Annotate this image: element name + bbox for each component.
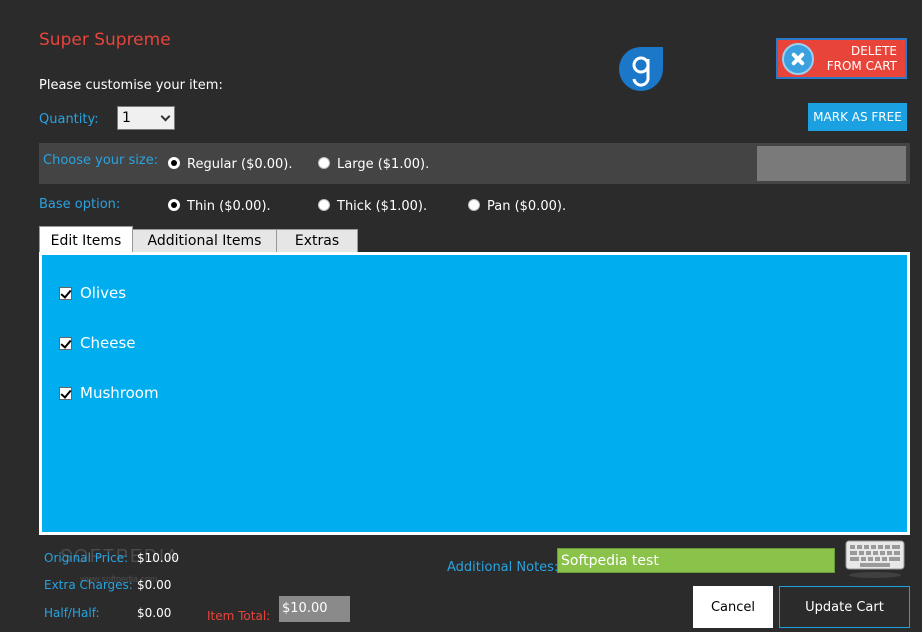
tab-edit-items[interactable]: Edit Items <box>39 226 133 254</box>
quantity-value: 1 <box>122 110 131 126</box>
original-price-value: $10.00 <box>137 551 179 565</box>
base-option-thin[interactable]: Thin ($0.00). <box>168 199 271 214</box>
keyboard-icon[interactable] <box>844 539 906 579</box>
half-half-value: $0.00 <box>137 606 172 620</box>
update-cart-button[interactable]: Update Cart <box>779 586 910 628</box>
quantity-select[interactable]: 1 <box>117 106 175 130</box>
radio-icon <box>318 199 330 211</box>
size-label: Choose your size: <box>43 153 159 168</box>
size-option-large[interactable]: Large ($1.00). <box>318 157 429 172</box>
size-option-regular[interactable]: Regular ($0.00). <box>168 157 293 172</box>
delete-label-line1: DELETE <box>850 43 897 58</box>
checkbox-checked-icon <box>59 386 72 400</box>
item-label: Cheese <box>80 334 136 352</box>
cancel-button[interactable]: Cancel <box>693 586 773 628</box>
radio-icon <box>468 199 480 211</box>
size-option-label: Regular ($0.00). <box>187 157 293 172</box>
edit-items-list: Olives Cheese Mushroom <box>42 255 907 532</box>
radio-selected-icon <box>168 157 180 169</box>
item-total-value: $10.00 <box>279 596 350 622</box>
base-option-label: Thin ($0.00). <box>187 199 271 214</box>
item-label: Olives <box>80 284 127 302</box>
base-option-label: Pan ($0.00). <box>487 199 567 214</box>
app-logo-icon <box>619 47 663 91</box>
tab-extras[interactable]: Extras <box>276 229 358 253</box>
quantity-label: Quantity: <box>39 112 99 127</box>
base-option-label: Thick ($1.00). <box>337 199 428 214</box>
base-label: Base option: <box>39 197 121 212</box>
additional-notes-input[interactable]: Softpedia test <box>557 548 835 573</box>
delete-from-cart-button[interactable]: DELETE FROM CART <box>776 38 907 79</box>
size-preview-box <box>757 146 906 181</box>
original-price-label: Original Price: <box>44 551 129 565</box>
item-checkbox-olives[interactable]: Olives <box>59 284 126 302</box>
half-half-label: Half/Half: <box>44 606 100 620</box>
radio-selected-icon <box>168 199 180 211</box>
base-option-pan[interactable]: Pan ($0.00). <box>468 199 566 214</box>
chevron-down-icon <box>160 111 171 122</box>
item-label: Mushroom <box>80 384 159 402</box>
tab-additional-items[interactable]: Additional Items <box>132 229 277 253</box>
mark-as-free-button[interactable]: MARK AS FREE <box>808 103 907 131</box>
item-checkbox-cheese[interactable]: Cheese <box>59 334 135 352</box>
customise-prompt: Please customise your item: <box>39 78 223 93</box>
item-checkbox-mushroom[interactable]: Mushroom <box>59 384 159 402</box>
additional-notes-label: Additional Notes: <box>447 560 559 575</box>
checkbox-checked-icon <box>59 336 72 350</box>
size-option-label: Large ($1.00). <box>337 157 430 172</box>
edit-items-panel: Olives Cheese Mushroom <box>39 252 910 535</box>
base-option-thick[interactable]: Thick ($1.00). <box>318 199 427 214</box>
checkbox-checked-icon <box>59 286 72 300</box>
delete-label-line2: FROM CART <box>826 58 897 73</box>
extra-charges-label: Extra Charges: <box>44 578 133 592</box>
extra-charges-value: $0.00 <box>137 578 172 592</box>
item-total-label: Item Total: <box>207 609 271 623</box>
close-icon <box>782 42 814 75</box>
radio-icon <box>318 157 330 169</box>
item-title: Super Supreme <box>39 30 171 50</box>
